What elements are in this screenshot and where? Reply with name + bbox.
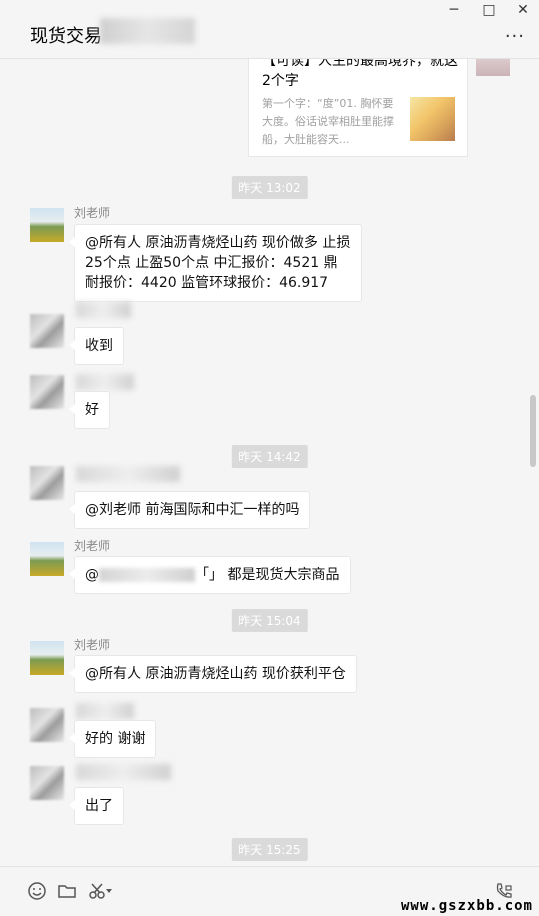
more-menu-button[interactable]: ··· bbox=[505, 26, 525, 47]
timestamp: 昨天 13:02 bbox=[231, 176, 308, 199]
sender-redaction bbox=[76, 374, 134, 390]
minimize-button[interactable]: ─ bbox=[444, 2, 464, 18]
avatar[interactable] bbox=[30, 708, 64, 742]
message-text-end: 「」 都是现货大宗商品 bbox=[195, 567, 340, 583]
article-thumbnail bbox=[410, 97, 455, 141]
timestamp: 昨天 15:04 bbox=[231, 609, 308, 632]
sender-name: 刘老师 bbox=[74, 206, 111, 220]
message-bubble[interactable]: 好的 谢谢 bbox=[68, 720, 157, 758]
timestamp: 昨天 15:25 bbox=[231, 838, 308, 861]
message-redaction bbox=[99, 568, 195, 582]
avatar[interactable] bbox=[30, 375, 64, 409]
message-bubble[interactable]: @所有人 原油沥青烧烃山药 现价获利平仓 bbox=[69, 655, 357, 693]
article-desc: 第一个字：“度”01. 胸怀要大度。俗话说宰相肚里能撑船，大肚能容天... bbox=[262, 97, 394, 146]
message-bubble[interactable]: @ 「」 都是现货大宗商品 bbox=[69, 556, 351, 594]
message-text-start: @ bbox=[85, 567, 99, 583]
sender-redaction bbox=[76, 703, 134, 719]
folder-icon[interactable] bbox=[57, 881, 77, 901]
maximize-button[interactable]: □ bbox=[479, 2, 499, 18]
timestamp: 昨天 14:42 bbox=[231, 445, 308, 468]
title-redaction bbox=[100, 18, 195, 44]
article-title: 【可读】人生的最高境界，就这2个字 bbox=[262, 58, 458, 89]
message-bubble[interactable]: @刘老师 前海国际和中汇一样的吗 bbox=[68, 491, 311, 529]
chat-area[interactable]: 【可读】人生的最高境界，就这2个字 第一个字：“度”01. 胸怀要大度。俗话说宰… bbox=[0, 58, 539, 866]
message-bubble[interactable]: 收到 bbox=[69, 327, 124, 365]
sender-redaction bbox=[76, 764, 171, 780]
avatar[interactable] bbox=[30, 766, 64, 800]
watermark: www.gszxbb.com bbox=[400, 898, 533, 914]
sender-name: 刘老师 bbox=[74, 539, 111, 553]
avatar[interactable] bbox=[476, 58, 510, 76]
chat-title: 现货交易 bbox=[30, 26, 102, 47]
avatar[interactable] bbox=[30, 466, 64, 500]
sender-redaction bbox=[76, 466, 180, 482]
emoji-icon[interactable] bbox=[27, 881, 47, 901]
sender-name: 刘老师 bbox=[74, 638, 111, 652]
message-bubble[interactable]: @所有人 原油沥青烧烃山药 现价做多 止损25个点 止盈50个点 中汇报价：45… bbox=[69, 224, 362, 302]
avatar[interactable] bbox=[30, 208, 64, 242]
sender-redaction bbox=[76, 302, 131, 318]
close-button[interactable]: ✕ bbox=[513, 2, 533, 18]
avatar[interactable] bbox=[30, 641, 64, 675]
message-bubble[interactable]: 出了 bbox=[69, 787, 124, 825]
avatar[interactable] bbox=[30, 542, 64, 576]
message-bubble[interactable]: 好 bbox=[69, 391, 110, 429]
input-toolbar: www.gszxbb.com bbox=[0, 866, 539, 916]
window-header: 现货交易 ─ □ ✕ ··· bbox=[0, 0, 539, 59]
avatar[interactable] bbox=[30, 314, 64, 348]
chat-scrollbar[interactable] bbox=[530, 395, 536, 467]
article-card[interactable]: 【可读】人生的最高境界，就这2个字 第一个字：“度”01. 胸怀要大度。俗话说宰… bbox=[248, 58, 468, 157]
chevron-down-icon[interactable] bbox=[105, 887, 113, 895]
